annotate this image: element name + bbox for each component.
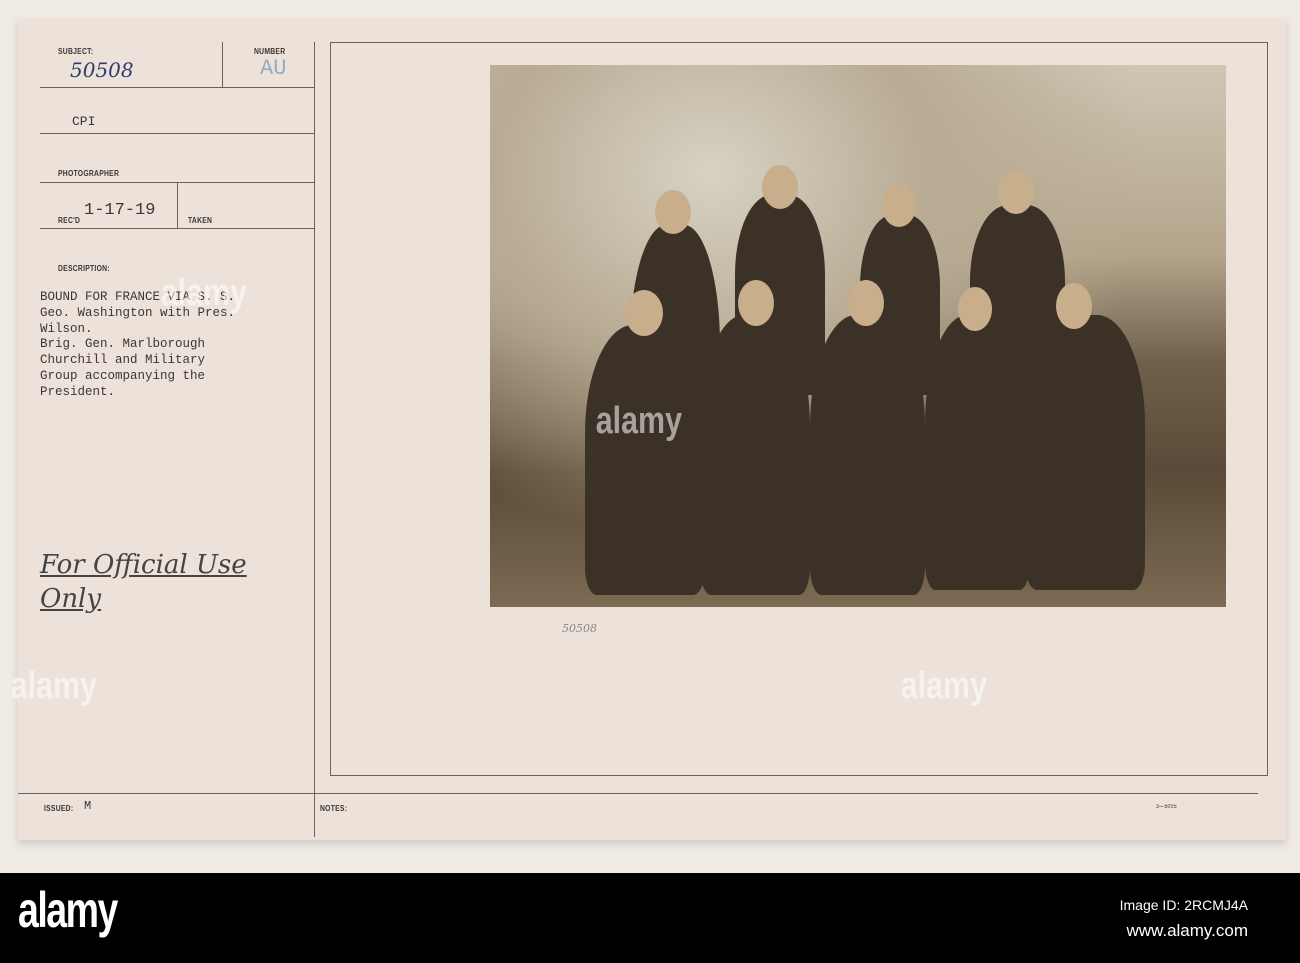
face [655, 190, 691, 234]
form-number: 3—5005 [1156, 804, 1177, 810]
photograph [490, 65, 1226, 607]
figure [925, 315, 1030, 590]
subject-label: SUBJECT: [58, 47, 94, 56]
description-line: Group accompanying the [40, 368, 206, 383]
description-line: Wilson. [40, 321, 93, 336]
face [882, 185, 916, 227]
divider [18, 793, 1258, 794]
photo-number: 50508 [562, 622, 597, 635]
description-line: Brig. Gen. Marlborough [40, 337, 206, 352]
footer-bar: alamy Image ID: 2RCMJ4A www.alamy.com [0, 873, 1300, 963]
figure [1025, 315, 1145, 590]
watermark: alamy [595, 400, 682, 442]
face [625, 290, 663, 336]
watermark: alamy [10, 665, 97, 707]
subject-value: 50508 [70, 58, 134, 82]
face [1056, 283, 1092, 329]
face [998, 170, 1034, 214]
divider [177, 182, 178, 228]
divider [40, 133, 314, 134]
face [958, 287, 992, 331]
recd-value: 1-17-19 [84, 201, 156, 220]
figure [700, 315, 810, 595]
number-label: NUMBER [254, 47, 286, 56]
issued-label: ISSUED: [44, 804, 74, 813]
photographer-label: PHOTOGRAPHER [58, 169, 120, 178]
column-divider [314, 42, 315, 837]
image-id: Image ID: 2RCMJ4A [1119, 897, 1248, 913]
description-line: Churchill and Military [40, 353, 206, 368]
face [848, 280, 884, 326]
watermark: alamy [900, 665, 987, 707]
divider [40, 87, 314, 88]
face [762, 165, 798, 209]
divider [40, 228, 314, 229]
figure [585, 325, 705, 595]
number-value: AU [260, 56, 287, 81]
face [738, 280, 774, 326]
alamy-logo: alamy [18, 882, 118, 938]
source-value: CPI [72, 114, 96, 129]
figure [810, 315, 925, 595]
taken-label: TAKEN [188, 216, 213, 225]
description-label: DESCRIPTION: [58, 264, 110, 273]
description-line: President. [40, 384, 116, 399]
notes-label: NOTES: [320, 804, 348, 813]
divider [222, 42, 223, 87]
recd-label: REC'D [58, 216, 81, 225]
watermark: alamy [160, 272, 247, 314]
alamy-url[interactable]: www.alamy.com [1126, 921, 1248, 941]
handwritten-note: For Official Use Only [40, 550, 247, 614]
issued-value: M [84, 799, 92, 813]
